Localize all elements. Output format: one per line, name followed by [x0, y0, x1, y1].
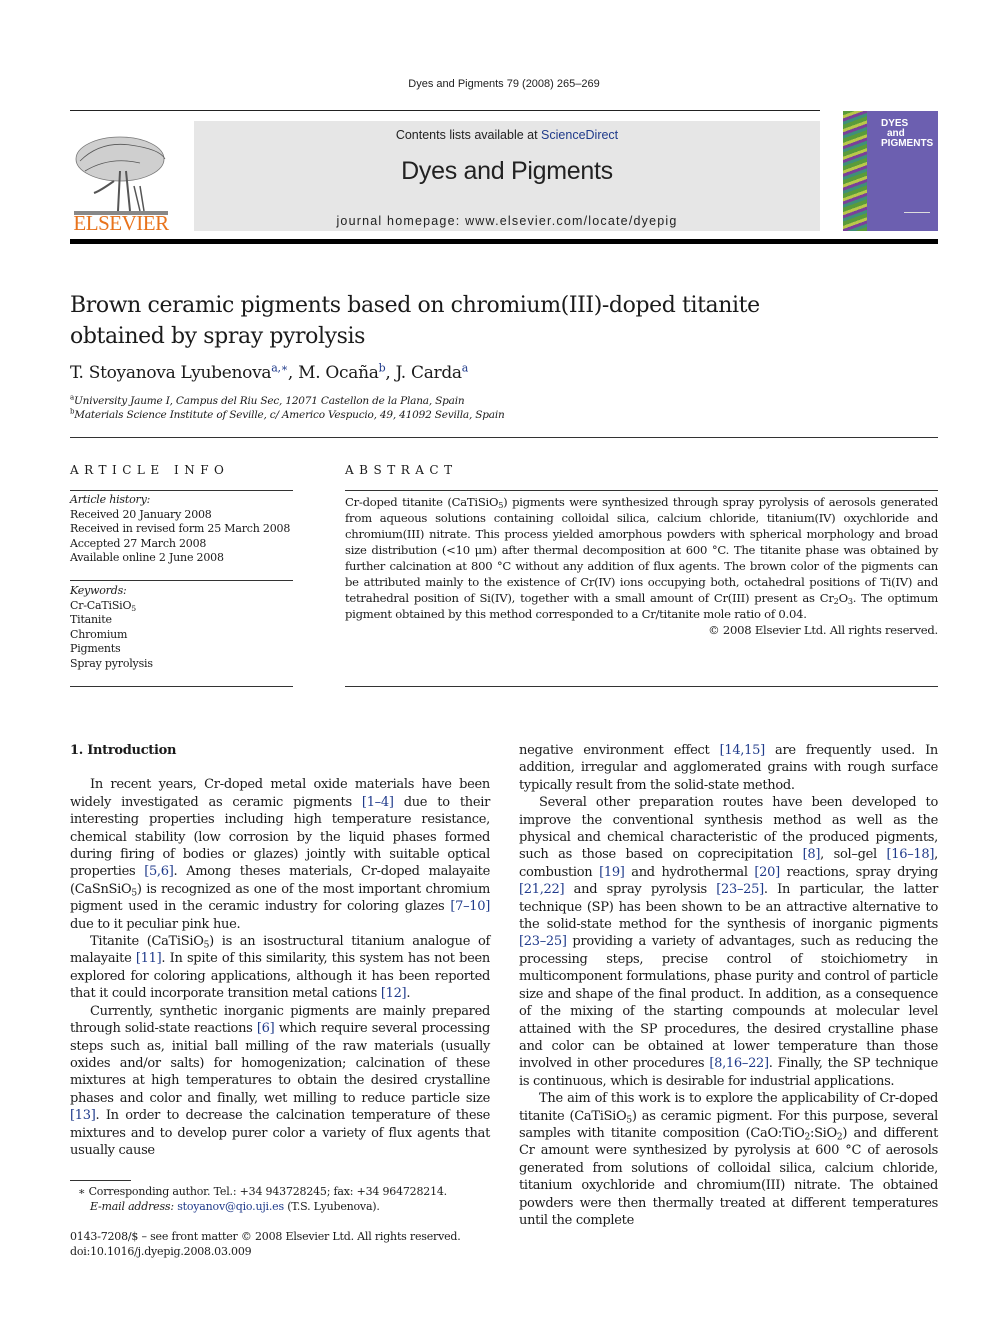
author-list: T. Stoyanova Lyubenovaa,∗, M. Ocañab, J.… [70, 361, 469, 383]
article-history: Article history: Received 20 January 200… [70, 493, 290, 566]
body-column-left: 1. Introduction In recent years, Cr-dope… [70, 742, 490, 1159]
history-item: Received in revised form 25 March 2008 [70, 522, 291, 535]
front-matter: 0143-7208/$ – see front matter © 2008 El… [70, 1229, 461, 1259]
body-paragraph: In recent years, Cr-doped metal oxide ma… [70, 777, 490, 932]
divider [70, 686, 293, 687]
abstract-copyright: © 2008 Elsevier Ltd. All rights reserved… [708, 623, 938, 637]
body-paragraph: Titanite (CaTiSiO5) is an isostructural … [70, 934, 491, 1002]
top-rule [70, 110, 820, 111]
citation-link[interactable]: [6] [257, 1021, 275, 1036]
affiliation-text: University Jaume I, Campus del Riu Sec, … [73, 395, 465, 407]
citation-link[interactable]: [8] [803, 847, 821, 862]
body-paragraph: Several other preparation routes have be… [519, 795, 939, 1089]
section-heading-introduction: 1. Introduction [70, 743, 177, 758]
citation-link[interactable]: [14,15] [720, 743, 766, 758]
article-title-line: Brown ceramic pigments based on chromium… [70, 293, 760, 318]
cover-footer-mark [904, 212, 930, 221]
author-name: T. Stoyanova Lyubenova [70, 363, 272, 383]
email-suffix: (T.S. Lyubenova). [283, 1200, 380, 1213]
divider [70, 437, 938, 438]
article-info-heading: ARTICLE INFO [70, 463, 230, 477]
author-name: M. Ocaña [298, 363, 379, 383]
abstract-heading: ABSTRACT [345, 463, 458, 477]
cover-title-line: PIGMENTS [881, 138, 934, 149]
elsevier-wordmark: ELSEVIER [73, 211, 169, 235]
citation-link[interactable]: [11] [136, 951, 162, 966]
divider [345, 686, 938, 687]
history-item: Available online 2 June 2008 [70, 551, 224, 564]
history-item: Accepted 27 March 2008 [70, 536, 207, 550]
abstract-body: Cr-doped titanite (CaTiSiO5) pigments we… [345, 494, 938, 638]
email-link[interactable]: stoyanov@qio.uji.es [177, 1200, 284, 1213]
journal-cover-thumbnail: DYES and PIGMENTS [843, 111, 938, 231]
keyword-item: Titanite [70, 613, 112, 626]
citation-link[interactable]: [7–10] [450, 899, 490, 914]
citation-link[interactable]: [8,16–22] [709, 1056, 769, 1071]
affiliation-text: Materials Science Institute of Seville, … [74, 409, 505, 421]
citation-link[interactable]: [20] [754, 865, 780, 880]
citation-link[interactable]: [12] [381, 986, 407, 1001]
email-label: E-mail address: [90, 1200, 178, 1213]
body-paragraph: Currently, synthetic inorganic pigments … [70, 1003, 490, 1158]
footnote-contact: ∗ Corresponding author. Tel.: +34 943728… [78, 1185, 447, 1198]
contents-prefix: Contents lists available at [395, 128, 542, 142]
author-affiliation-mark[interactable]: a [462, 361, 469, 374]
affiliation-b: bMaterials Science Institute of Seville,… [70, 408, 505, 421]
article-title: Brown ceramic pigments based on chromium… [70, 290, 930, 352]
citation-link[interactable]: [23–25] [716, 882, 764, 897]
keyword-item: Pigments [70, 642, 121, 655]
divider [70, 490, 293, 491]
body-paragraph: negative environment effect [14,15] are … [519, 743, 938, 793]
cover-title: DYES and PIGMENTS [881, 119, 933, 149]
article-title-line: obtained by spray pyrolysis [70, 324, 366, 349]
divider [345, 490, 938, 491]
author-name: J. Carda [395, 363, 463, 383]
author-affiliation-mark[interactable]: a,∗ [271, 361, 288, 374]
body-paragraph: The aim of this work is to explore the a… [519, 1091, 939, 1228]
keyword-item: Chromium [70, 627, 128, 641]
citation-link[interactable]: [13] [70, 1108, 96, 1123]
contents-line: Contents lists available at ScienceDirec… [194, 128, 820, 142]
doi-link[interactable]: doi:10.1016/j.dyepig.2008.03.009 [70, 1244, 461, 1259]
affiliation-a: aUniversity Jaume I, Campus del Riu Sec,… [70, 394, 465, 407]
header-thick-rule [70, 239, 938, 244]
citation-link[interactable]: [16–18] [887, 847, 935, 862]
divider [70, 580, 293, 581]
citation-link[interactable]: [21,22] [519, 882, 565, 897]
citation-link[interactable]: [19] [599, 865, 625, 880]
sciencedirect-link[interactable]: ScienceDirect [541, 128, 618, 142]
keywords-label: Keywords: [70, 584, 127, 597]
journal-title: Dyes and Pigments [401, 157, 613, 185]
cover-pattern [843, 111, 867, 231]
corresponding-author-footnote: ∗ Corresponding author. Tel.: +34 943728… [78, 1184, 447, 1214]
running-head: Dyes and Pigments 79 (2008) 265–269 [408, 78, 600, 90]
keyword-item: Cr-CaTiSiO5 [70, 598, 136, 613]
abstract-paragraph: Cr-doped titanite (CaTiSiO5) pigments we… [345, 495, 939, 621]
body-column-right: negative environment effect [14,15] are … [519, 742, 938, 1229]
citation-link[interactable]: [23–25] [519, 934, 567, 949]
citation-link[interactable]: [1–4] [362, 795, 394, 810]
keywords: Keywords: Cr-CaTiSiO5 Titanite Chromium … [70, 584, 153, 671]
author-affiliation-mark[interactable]: b [379, 361, 386, 374]
history-item: Received 20 January 2008 [70, 507, 212, 521]
footnote-rule [70, 1180, 131, 1181]
issn-line: 0143-7208/$ – see front matter © 2008 El… [70, 1230, 461, 1243]
journal-homepage-link[interactable]: journal homepage: www.elsevier.com/locat… [194, 214, 820, 228]
journal-banner: Contents lists available at ScienceDirec… [194, 121, 820, 231]
article-history-label: Article history: [70, 493, 151, 506]
citation-link[interactable]: [5,6] [144, 864, 174, 879]
keyword-item: Spray pyrolysis [70, 656, 153, 670]
